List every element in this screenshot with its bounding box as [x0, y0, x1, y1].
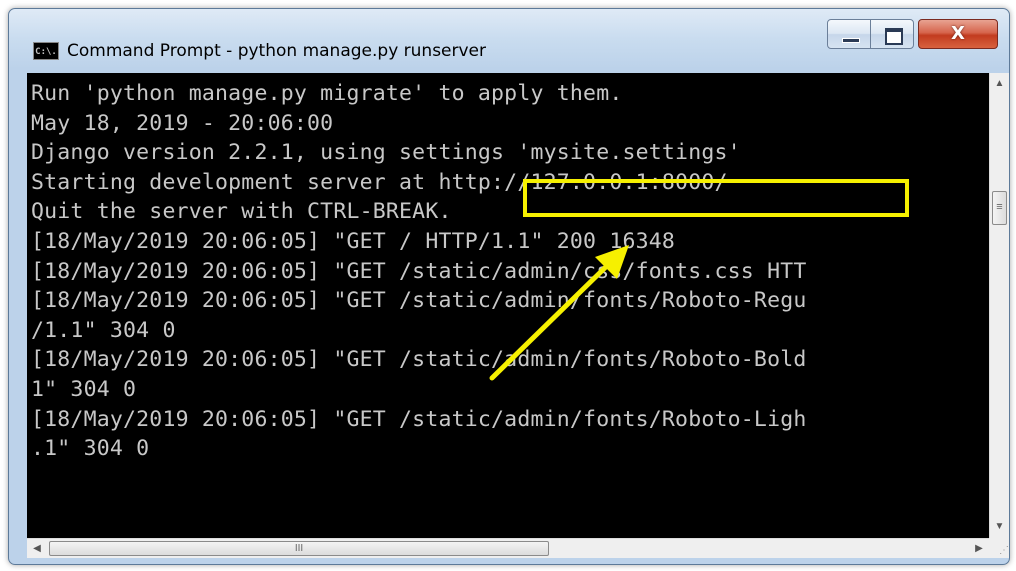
close-button[interactable]: X: [918, 19, 998, 49]
maximize-icon: [885, 28, 903, 45]
horizontal-scroll-thumb[interactable]: III: [49, 541, 549, 556]
vertical-scrollbar[interactable]: ▲ ≡ ▼: [989, 73, 1009, 538]
scroll-left-icon[interactable]: ◀: [27, 539, 47, 558]
vertical-scroll-thumb[interactable]: ≡: [992, 191, 1007, 225]
title-bar[interactable]: C:\. Command Prompt - python manage.py r…: [9, 9, 1009, 73]
arrow-pointer-icon: [489, 245, 629, 381]
command-prompt-icon[interactable]: C:\.: [33, 42, 59, 60]
minimize-button[interactable]: [827, 19, 871, 49]
scroll-up-icon[interactable]: ▲: [990, 73, 1009, 95]
command-prompt-window: C:\. Command Prompt - python manage.py r…: [8, 8, 1010, 565]
minimize-icon: [842, 38, 860, 43]
window-title: Command Prompt - python manage.py runser…: [67, 41, 487, 61]
resize-grip-icon[interactable]: ⋰: [989, 538, 1009, 558]
scroll-down-icon[interactable]: ▼: [990, 516, 1009, 538]
horizontal-scrollbar[interactable]: ◀ III ▶: [27, 538, 989, 558]
close-icon: X: [951, 23, 965, 44]
scroll-right-icon[interactable]: ▶: [969, 539, 989, 558]
maximize-button[interactable]: [870, 19, 914, 49]
console-output[interactable]: Run 'python manage.py migrate' to apply …: [27, 73, 989, 538]
